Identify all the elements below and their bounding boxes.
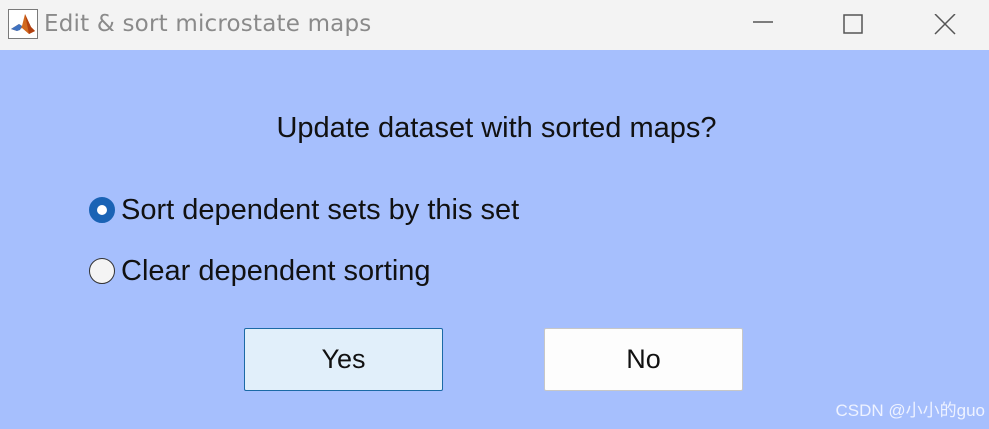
window-title: Edit & sort microstate maps [44, 11, 372, 37]
close-icon [934, 14, 956, 35]
matlab-icon [8, 9, 38, 39]
yes-button[interactable]: Yes [244, 328, 443, 391]
option-label[interactable]: Clear dependent sorting [121, 255, 431, 288]
option-label[interactable]: Sort dependent sets by this set [121, 194, 519, 227]
radio-button-selected[interactable] [89, 197, 115, 223]
dialog-question: Update dataset with sorted maps? [276, 112, 717, 144]
maximize-icon [843, 14, 863, 34]
maximize-button[interactable] [808, 0, 898, 50]
watermark: CSDN @小小的guo [835, 401, 985, 420]
no-button[interactable]: No [544, 328, 743, 391]
radio-button-unselected[interactable] [89, 258, 115, 284]
minimize-button[interactable] [718, 0, 808, 50]
dialog-window: Edit & sort microstate maps Update datas… [0, 0, 989, 429]
close-button[interactable] [899, 0, 989, 50]
minimize-icon [753, 21, 773, 23]
title-bar[interactable]: Edit & sort microstate maps [0, 0, 989, 50]
